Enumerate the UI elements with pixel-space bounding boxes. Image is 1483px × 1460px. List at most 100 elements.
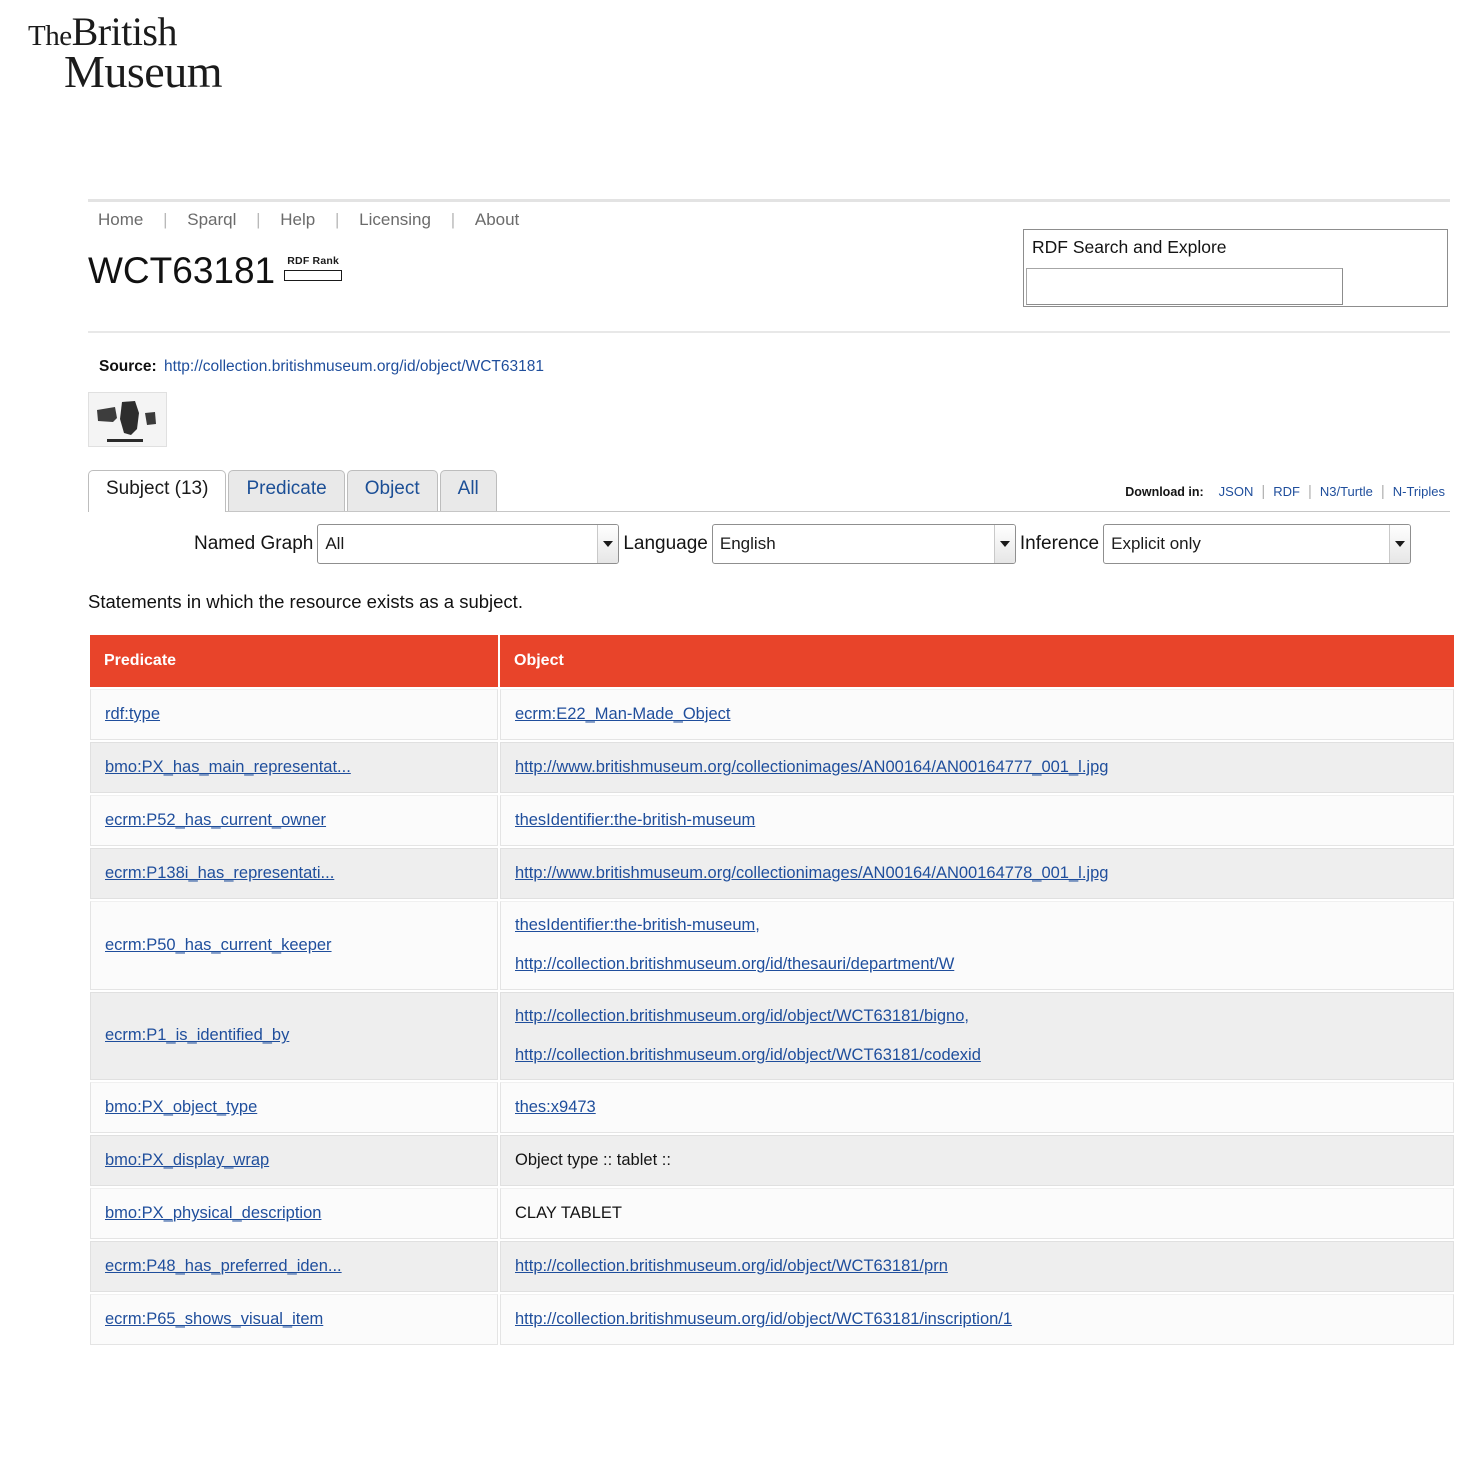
object-value: thesIdentifier:the-british-museum,	[515, 916, 1453, 934]
download-rdf-link[interactable]: RDF	[1265, 484, 1308, 499]
object-value: http://collection.britishmuseum.org/id/o…	[515, 1257, 1453, 1275]
nav-separator: |	[334, 210, 340, 229]
object-cell: ecrm:E22_Man-Made_Object	[500, 689, 1454, 740]
predicate-link[interactable]: ecrm:P65_shows_visual_item	[105, 1310, 323, 1328]
object-cell: thesIdentifier:the-british-museum, http:/…	[500, 901, 1454, 990]
object-link[interactable]: http://collection.britishmuseum.org/id/o…	[515, 1310, 1012, 1328]
object-link[interactable]: thesIdentifier:the-british-museum	[515, 811, 755, 829]
table-row: ecrm:P48_has_preferred_iden... http://col…	[90, 1241, 1454, 1293]
download-n3turtle-link[interactable]: N3/Turtle	[1312, 484, 1381, 499]
nav-separator: |	[256, 210, 261, 229]
object-link[interactable]: http://collection.britishmuseum.org/id/o…	[515, 1046, 981, 1064]
table-row: rdf:type ecrm:E22_Man-Made_Object	[90, 689, 1454, 740]
language-label: Language	[623, 533, 708, 554]
source-url-link[interactable]: http://collection.britishmuseum.org/id/o…	[164, 358, 544, 375]
chevron-down-icon[interactable]	[597, 525, 619, 563]
object-cell: http://collection.britishmuseum.org/id/o…	[500, 1294, 1454, 1346]
download-ntriples-link[interactable]: N-Triples	[1385, 484, 1453, 499]
predicate-link[interactable]: rdf:type	[105, 705, 160, 723]
predicate-cell: rdf:type	[90, 689, 498, 740]
search-input[interactable]	[1026, 268, 1343, 305]
clay-tablet-fragments-image	[89, 393, 166, 446]
object-value: thes:x9473	[515, 1098, 1453, 1116]
object-value: CLAY TABLET	[515, 1204, 1453, 1222]
download-json-link[interactable]: JSON	[1211, 484, 1262, 499]
nav-item-licensing[interactable]: Licensing	[357, 210, 433, 229]
object-value: http://www.britishmuseum.org/collectioni…	[515, 758, 1453, 776]
column-header-object[interactable]: Object	[500, 635, 1454, 687]
object-link[interactable]: http://www.britishmuseum.org/collectioni…	[515, 864, 1108, 882]
object-link[interactable]: thes:x9473	[515, 1098, 596, 1116]
header-divider-bottom	[88, 331, 1450, 333]
view-tabs: Subject (13) Predicate Object All	[88, 470, 497, 512]
predicate-link[interactable]: bmo:PX_display_wrap	[105, 1151, 269, 1169]
object-value: http://collection.britishmuseum.org/id/o…	[515, 1007, 1453, 1025]
value-separator: ,	[755, 916, 760, 934]
predicate-link[interactable]: bmo:PX_object_type	[105, 1098, 257, 1116]
predicate-cell: ecrm:P48_has_preferred_iden...	[90, 1241, 498, 1293]
predicate-cell: ecrm:P50_has_current_keeper	[90, 901, 498, 990]
nav-item-about[interactable]: About	[473, 210, 521, 229]
tab-subject[interactable]: Subject (13)	[88, 470, 227, 512]
statements-caption: Statements in which the resource exists …	[88, 591, 523, 612]
column-header-predicate[interactable]: Predicate	[90, 635, 498, 687]
object-cell: thes:x9473	[500, 1082, 1454, 1134]
rdf-rank-bar	[284, 269, 343, 281]
object-cell: http://collection.britishmuseum.org/id/o…	[500, 1241, 1454, 1293]
filter-controls: Named Graph All Language English Inferen…	[190, 524, 1452, 564]
nav-item-home[interactable]: Home	[96, 210, 145, 229]
language-select[interactable]: English	[711, 524, 1016, 564]
object-cell: http://collection.britishmuseum.org/id/o…	[500, 991, 1454, 1081]
object-link[interactable]: http://collection.britishmuseum.org/id/o…	[515, 1007, 964, 1025]
predicate-link[interactable]: ecrm:P1_is_identified_by	[105, 1026, 289, 1044]
predicate-link[interactable]: bmo:PX_has_main_representat...	[105, 758, 351, 776]
object-thumbnail[interactable]	[88, 392, 167, 447]
main-navigation: Home | Sparql | Help | Licensing | About	[96, 210, 521, 230]
source-line: Source: http://collection.britishmuseum.…	[99, 358, 544, 376]
object-link[interactable]: http://collection.britishmuseum.org/id/t…	[515, 955, 954, 973]
chevron-down-icon[interactable]	[1389, 525, 1411, 563]
object-link[interactable]: thesIdentifier:the-british-museum	[515, 916, 755, 934]
table-row: ecrm:P65_shows_visual_item http://collect…	[90, 1294, 1454, 1346]
object-text: Object type :: tablet ::	[515, 1151, 671, 1170]
object-value: http://collection.britishmuseum.org/id/o…	[515, 1046, 1453, 1064]
object-cell: thesIdentifier:the-british-museum	[500, 795, 1454, 846]
predicate-link[interactable]: ecrm:P50_has_current_keeper	[105, 936, 332, 954]
object-cell: http://www.britishmuseum.org/collectioni…	[500, 848, 1454, 899]
statements-table: Predicate Object rdf:type ecrm:E22_Man-Ma…	[88, 633, 1456, 1347]
predicate-link[interactable]: ecrm:P138i_has_representati...	[105, 864, 334, 882]
nav-separator: |	[450, 210, 456, 229]
predicate-link[interactable]: ecrm:P52_has_current_owner	[105, 811, 326, 829]
object-value: http://collection.britishmuseum.org/id/o…	[515, 1310, 1453, 1328]
tabs-underline	[88, 511, 1450, 512]
chevron-down-icon[interactable]	[993, 525, 1015, 563]
table-row: bmo:PX_object_type thes:x9473	[90, 1082, 1454, 1134]
tab-all[interactable]: All	[439, 470, 497, 512]
object-link[interactable]: http://www.britishmuseum.org/collectioni…	[515, 758, 1108, 776]
predicate-cell: ecrm:P65_shows_visual_item	[90, 1294, 498, 1346]
download-label: Download in:	[1125, 485, 1204, 499]
tab-object[interactable]: Object	[346, 470, 438, 512]
table-row: ecrm:P50_has_current_keeper thesIdentifie…	[90, 901, 1454, 990]
object-value: thesIdentifier:the-british-museum	[515, 811, 1453, 829]
tab-predicate[interactable]: Predicate	[228, 470, 345, 512]
nav-item-help[interactable]: Help	[278, 210, 317, 229]
inference-select[interactable]: Explicit only	[1103, 524, 1412, 564]
named-graph-select[interactable]: All	[317, 524, 620, 564]
british-museum-logo: TheBritish Museum	[28, 12, 223, 95]
named-graph-label: Named Graph	[194, 533, 314, 554]
predicate-link[interactable]: bmo:PX_physical_description	[105, 1204, 321, 1222]
object-link[interactable]: http://collection.britishmuseum.org/id/o…	[515, 1257, 948, 1275]
nav-item-sparql[interactable]: Sparql	[185, 210, 238, 229]
named-graph-value: All	[325, 534, 345, 553]
table-row: bmo:PX_display_wrap Object type :: tablet…	[90, 1135, 1454, 1187]
object-link[interactable]: ecrm:E22_Man-Made_Object	[515, 705, 731, 723]
language-value: English	[719, 534, 776, 553]
predicate-cell: ecrm:P1_is_identified_by	[90, 991, 498, 1081]
download-formats: Download in: JSON | RDF | N3/Turtle | N-…	[1125, 483, 1453, 500]
object-cell: http://www.britishmuseum.org/collectioni…	[500, 742, 1454, 793]
inference-label: Inference	[1019, 533, 1100, 554]
rdf-search-title: RDF Search and Explore	[1032, 237, 1227, 257]
predicate-link[interactable]: ecrm:P48_has_preferred_iden...	[105, 1257, 342, 1275]
inference-value: Explicit only	[1111, 534, 1201, 553]
